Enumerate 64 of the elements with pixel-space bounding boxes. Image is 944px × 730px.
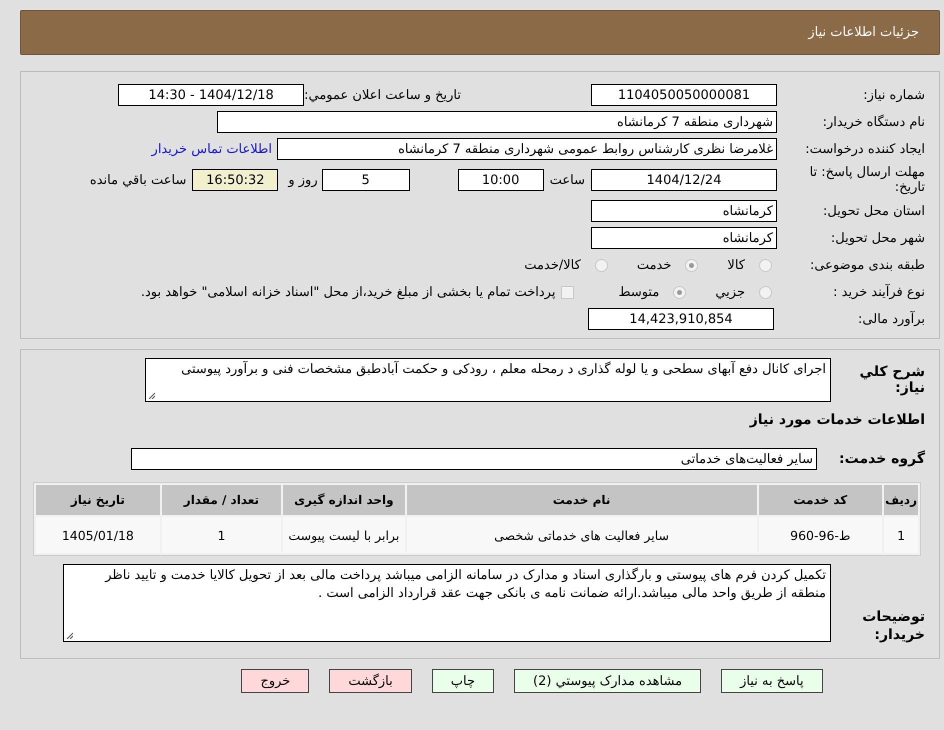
field-label: تاریخ و ساعت اعلان عمومي:: [304, 88, 461, 102]
table-cell: 1: [162, 517, 282, 553]
budget-field: 14,423,910,854: [588, 308, 774, 330]
table-cell: سایر فعالیت های خدماتی شخصی: [406, 517, 757, 553]
column-header: واحد اندازه گیری: [283, 485, 405, 515]
resize-grip-icon: [66, 632, 73, 639]
treasury-note: پرداخت تمام یا بخشی از مبلغ خرید،از محل "اسناد خزانه اسلامی" خواهد بود.: [140, 284, 556, 300]
checkbox[interactable]: [561, 286, 574, 298]
field-label: نوع فرآیند خرید :: [832, 284, 926, 300]
field-label: شماره نیاز:: [862, 88, 926, 102]
buyer-contact-link[interactable]: اطلاعات تماس خریدار: [152, 142, 272, 156]
field-label: ساعت: [550, 172, 585, 188]
table-cell: ط-96-960: [758, 517, 882, 553]
field-label: شهر محل تحویل:: [830, 230, 926, 246]
radio-label: جزيي: [715, 284, 745, 300]
buyer-org-field: شهرداری منطقه 7 کرمانشاه: [217, 111, 777, 133]
resize-grip-icon: [148, 392, 155, 399]
field-label: روز و: [288, 172, 318, 188]
announce-date-field: 1404/12/18 - 14:30: [118, 84, 304, 106]
radio-label: متوسط: [618, 284, 660, 300]
need-number-field: 1104050050000081: [591, 84, 777, 106]
field-label: نام دستگاه خریدار:: [822, 114, 926, 130]
table-cell: 1405/01/18: [36, 517, 160, 553]
radio-label: خدمت: [636, 258, 672, 272]
field-label: توضیحات خریدار:: [861, 608, 926, 644]
radio-button[interactable]: [759, 286, 772, 298]
radio-label: کالا: [727, 258, 745, 272]
action-button[interactable]: بازگشت: [329, 669, 412, 693]
field-label: ساعت باقي مانده: [90, 172, 186, 188]
city-field: کرمانشاه: [591, 227, 777, 249]
action-button[interactable]: خروج: [241, 669, 310, 693]
table-cell: 1: [884, 517, 918, 553]
radio-button[interactable]: [759, 258, 772, 272]
radio-button[interactable]: [594, 258, 608, 272]
action-button[interactable]: پاسخ به نیاز: [721, 669, 823, 693]
action-button[interactable]: مشاهده مدارک پیوستي (2): [514, 669, 702, 693]
deadline-date-field: 1404/12/24: [591, 169, 777, 191]
column-header: کد خدمت: [758, 485, 882, 515]
field-label: مهلت ارسال پاسخ: تا تاریخ:: [808, 165, 926, 195]
description-textarea[interactable]: اجرای کانال دفع آبهای سطحی و یا لوله گذاری د رمحله معلم ، رودکی و حکمت آبادطبق مشخصات فنی و برآورد پیوستی: [145, 358, 831, 402]
deadline-time-field: 10:00: [458, 169, 544, 191]
action-button[interactable]: چاپ: [432, 669, 494, 693]
service-group-field: سایر فعالیت‌های خدماتی: [131, 448, 817, 470]
radio-label: کالا/خدمت: [524, 258, 581, 272]
radio-button[interactable]: [673, 286, 686, 298]
field-label: استان محل تحویل:: [822, 204, 926, 218]
field-label: گروه خدمت:: [838, 451, 926, 467]
radio-button[interactable]: [685, 258, 698, 272]
buyer-notes-textarea[interactable]: تکمیل کردن فرم های پیوستی و بارگذاری اسناد و مدارک در سامانه الزامی میباشد پرداخت مالی بعد از تحویل کالایا خدمت و تایید ناظر منطقه از طریق واحد مالی میباشد.ارائه ضمانت نامه ی بانکی جهت عقد قرارداد الزامی است .: [63, 564, 831, 642]
table-cell: برابر با لیست پیوست: [283, 517, 405, 553]
section-heading: اطلاعات خدمات مورد نیاز: [748, 412, 926, 428]
column-header: تاریخ نیاز: [36, 485, 160, 515]
column-header: نام خدمت: [406, 485, 757, 515]
field-label: شرح كلي نياز:: [858, 363, 926, 396]
field-label: طبقه بندی موضوعی:: [808, 258, 926, 272]
column-header: ردیف: [884, 485, 918, 515]
page-title: جزئیات اطلاعات نیاز: [808, 25, 919, 40]
column-header: تعداد / مقدار: [162, 485, 282, 515]
field-label: برآورد مالی:: [857, 312, 926, 326]
requester-field: غلامرضا نظری کارشناس روابط عمومی شهرداری منطقه 7 کرمانشاه: [277, 138, 777, 160]
field-label: ایجاد کننده درخواست:: [804, 142, 926, 156]
days-field: 5: [322, 169, 410, 191]
remaining-time-field: 16:50:32: [192, 169, 278, 191]
province-field: کرمانشاه: [591, 200, 777, 222]
